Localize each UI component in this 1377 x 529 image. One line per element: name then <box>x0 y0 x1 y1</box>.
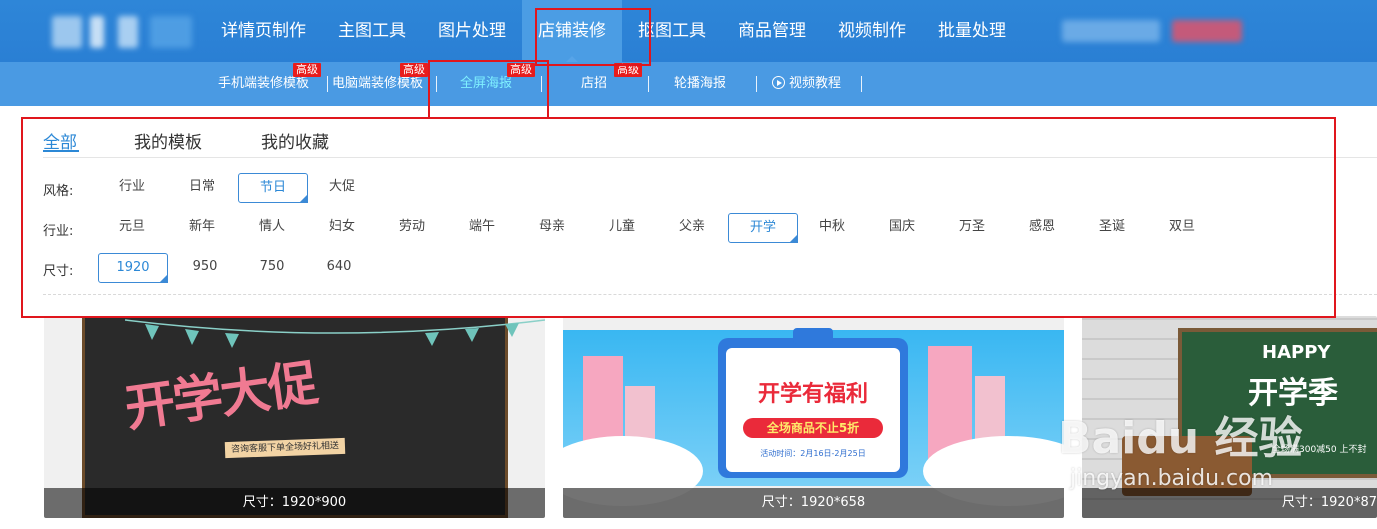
industry-filter-label: 行业: <box>43 224 74 239</box>
industry-option[interactable]: 双旦 <box>1148 213 1216 241</box>
filter-divider <box>43 294 1377 295</box>
tab-my-favorites[interactable]: 我的收藏 <box>261 128 329 153</box>
industry-option[interactable]: 妇女 <box>308 213 376 241</box>
nav-item-product-management[interactable]: 商品管理 <box>722 0 822 62</box>
tabs-divider <box>43 157 1377 158</box>
blurred-logo <box>118 16 138 48</box>
subnav-label: 电脑端装修模板 <box>332 76 424 91</box>
clipboard-paper: 开学有福利 全场商品不止5折 活动时间：2月16日-2月25日 <box>726 348 900 472</box>
nav-item-image-processing[interactable]: 图片处理 <box>422 0 522 62</box>
industry-option-selected[interactable]: 开学 <box>728 213 798 243</box>
template-art-date: 活动时间：2月16日-2月25日 <box>760 449 866 458</box>
caption-text: 尺寸：1920*87 <box>1281 495 1377 510</box>
industry-option[interactable]: 万圣 <box>938 213 1006 241</box>
template-tabs: 全部 我的模板 我的收藏 <box>0 106 1377 158</box>
subnav-separator <box>541 76 542 92</box>
nav-item-store-decoration[interactable]: 店铺装修 <box>522 0 622 62</box>
size-option-selected[interactable]: 1920 <box>98 253 168 283</box>
subnav-label: 视频教程 <box>789 76 842 91</box>
premium-badge: 高级 <box>507 63 535 77</box>
template-art-pill: 全场商品不止5折 <box>743 418 883 438</box>
subnav-label: 全屏海报 <box>460 76 513 91</box>
industry-option[interactable]: 端午 <box>448 213 516 241</box>
subnav-item-fullscreen-poster[interactable]: 全屏海报 <box>460 62 512 106</box>
template-card[interactable]: 开学有福利 全场商品不止5折 活动时间：2月16日-2月25日 尺寸：1920*… <box>563 316 1064 518</box>
template-size-caption: 尺寸：1920*900 <box>44 488 545 518</box>
template-card[interactable]: 开学大促 咨询客服下单全场好礼相送 尺寸：1920*900 <box>44 316 545 518</box>
blurred-user-info <box>1062 20 1160 42</box>
industry-option[interactable]: 父亲 <box>658 213 726 241</box>
top-navbar: 详情页制作 主图工具 图片处理 店铺装修 抠图工具 商品管理 视频制作 批量处理 <box>0 0 1377 62</box>
size-filter-label: 尺寸: <box>43 264 74 279</box>
bunting-flags-icon <box>125 319 545 348</box>
clipboard-graphic: 开学有福利 全场商品不止5折 活动时间：2月16日-2月25日 <box>718 328 908 478</box>
industry-option[interactable]: 儿童 <box>588 213 656 241</box>
nav-item-video-production[interactable]: 视频制作 <box>822 0 922 62</box>
style-filter-label: 风格: <box>43 184 74 199</box>
baidu-watermark-url: jingyan.baidu.com <box>1070 466 1274 491</box>
sub-navbar: 手机端装修模板 高级 电脑端装修模板 高级 全屏海报 高级 店招 高级 轮播海报… <box>0 62 1377 106</box>
subnav-label: 轮播海报 <box>674 76 727 91</box>
nav-item-batch-processing[interactable]: 批量处理 <box>922 0 1022 62</box>
subnav-item-store-banner[interactable]: 店招 <box>581 62 607 106</box>
active-tab-indicator <box>43 150 79 152</box>
size-option[interactable]: 950 <box>171 253 239 281</box>
size-option[interactable]: 640 <box>305 253 373 281</box>
template-art-title: HAPPY <box>1262 342 1331 363</box>
subnav-item-video-tutorial[interactable]: 视频教程 <box>772 62 841 106</box>
clip-icon <box>793 328 833 344</box>
play-circle-icon <box>772 76 785 89</box>
subnav-separator <box>648 76 649 92</box>
style-option[interactable]: 大促 <box>308 173 376 201</box>
blurred-logo <box>90 16 104 48</box>
industry-option[interactable]: 国庆 <box>868 213 936 241</box>
subnav-item-carousel-poster[interactable]: 轮播海报 <box>674 62 726 106</box>
industry-option[interactable]: 感恩 <box>1008 213 1076 241</box>
blurred-logo <box>150 16 192 48</box>
style-option[interactable]: 日常 <box>168 173 236 201</box>
subnav-separator <box>327 76 328 92</box>
size-option[interactable]: 750 <box>238 253 306 281</box>
baidu-watermark-logo: Baidu 经验 <box>1058 413 1303 464</box>
industry-option[interactable]: 母亲 <box>518 213 586 241</box>
blurred-logo <box>52 16 82 48</box>
industry-option[interactable]: 元旦 <box>98 213 166 241</box>
template-size-caption: 尺寸：1920*658 <box>563 488 1064 518</box>
subnav-label: 手机端装修模板 <box>218 76 310 91</box>
main-nav: 详情页制作 主图工具 图片处理 店铺装修 抠图工具 商品管理 视频制作 批量处理 <box>205 0 1022 62</box>
style-option-selected[interactable]: 节日 <box>238 173 308 203</box>
premium-badge: 高级 <box>400 63 428 77</box>
style-option[interactable]: 行业 <box>98 173 166 201</box>
subnav-separator <box>436 76 437 92</box>
nav-item-main-image-tools[interactable]: 主图工具 <box>322 0 422 62</box>
industry-option[interactable]: 中秋 <box>798 213 866 241</box>
template-size-caption: 尺寸：1920*87 <box>1082 488 1377 518</box>
template-art-title: 开学有福利 <box>757 382 868 407</box>
industry-option[interactable]: 新年 <box>168 213 236 241</box>
nav-item-detail-page[interactable]: 详情页制作 <box>205 0 322 62</box>
industry-option[interactable]: 劳动 <box>378 213 446 241</box>
subnav-separator <box>756 76 757 92</box>
premium-badge: 高级 <box>293 63 321 77</box>
blurred-user-info <box>1172 20 1242 42</box>
premium-badge: 高级 <box>614 63 642 77</box>
subnav-separator <box>861 76 862 92</box>
industry-option[interactable]: 圣诞 <box>1078 213 1146 241</box>
subnav-label: 店招 <box>581 76 608 91</box>
industry-option[interactable]: 情人 <box>238 213 306 241</box>
tab-my-templates[interactable]: 我的模板 <box>134 128 202 153</box>
nav-item-cutout-tools[interactable]: 抠图工具 <box>622 0 722 62</box>
